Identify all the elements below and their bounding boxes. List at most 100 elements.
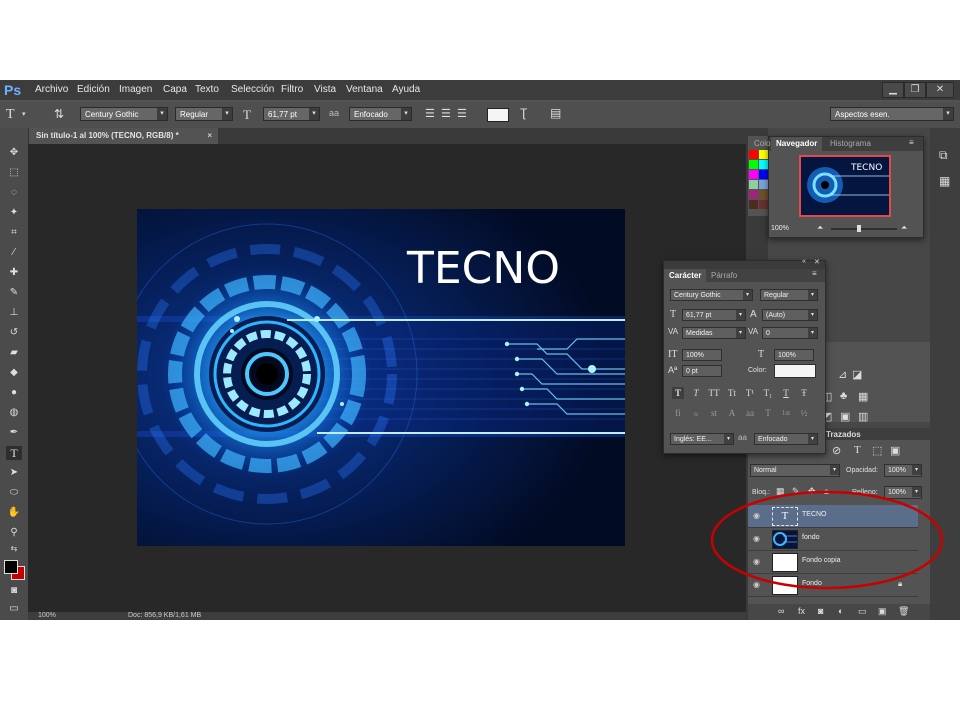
old-style-button[interactable]: ℴ: [690, 407, 702, 419]
adjustment-layer-icon[interactable]: ◐: [838, 606, 843, 616]
char-font-style[interactable]: Regular ▾: [760, 289, 818, 301]
char-antialias-dropdown[interactable]: Enfocado ▾: [754, 433, 818, 445]
toggle-orientation-icon[interactable]: ⇅: [54, 107, 64, 122]
gradient-map-icon[interactable]: ▥: [858, 410, 868, 423]
layer-style-icon[interactable]: fx: [798, 606, 805, 616]
layer-mask-icon[interactable]: ◙: [818, 606, 823, 616]
tab-navigator[interactable]: Navegador: [771, 137, 823, 151]
superscript-button[interactable]: T¹: [744, 387, 756, 399]
filter-shape-icon[interactable]: ⬚: [872, 444, 882, 457]
zoom-tool-icon[interactable]: ⚲: [6, 526, 22, 540]
new-layer-icon[interactable]: ▣: [878, 606, 887, 617]
document-canvas[interactable]: TECNO: [137, 209, 625, 546]
navigator-slider-handle[interactable]: [857, 225, 861, 232]
strikethrough-button[interactable]: Ŧ: [798, 387, 810, 399]
font-style-dropdown[interactable]: Regular ▾: [175, 107, 233, 121]
char-size[interactable]: 61,77 pt ▾: [682, 309, 746, 321]
menu-vista[interactable]: Vista: [314, 84, 336, 95]
swatch-yellow[interactable]: [759, 150, 768, 159]
link-layers-icon[interactable]: ∞: [778, 606, 784, 616]
swatch-mint[interactable]: [749, 180, 758, 189]
char-color-swatch[interactable]: [774, 364, 816, 378]
magic-wand-icon[interactable]: ✦: [6, 206, 22, 220]
type-tool-icon[interactable]: T: [6, 446, 22, 460]
type-tool-preset-icon[interactable]: T: [6, 107, 15, 123]
paint-bucket-icon[interactable]: ◆: [6, 366, 22, 380]
tab-character[interactable]: Carácter: [664, 269, 707, 282]
swash-button[interactable]: A: [726, 407, 738, 419]
ellipse-tool-icon[interactable]: ⬭: [6, 486, 22, 500]
menu-texto[interactable]: Texto: [195, 84, 219, 95]
char-vscale[interactable]: 100%: [682, 349, 722, 361]
subscript-button[interactable]: T₁: [762, 387, 774, 399]
swatch-darkbrown[interactable]: [749, 200, 758, 209]
menu-edicion[interactable]: Edición: [77, 84, 110, 95]
properties-panel-icon[interactable]: ▦: [939, 174, 950, 188]
menu-ventana[interactable]: Ventana: [346, 84, 383, 95]
dodge-tool-icon[interactable]: ◍: [6, 406, 22, 420]
language-dropdown[interactable]: Inglés: EE... ▾: [670, 433, 734, 445]
eraser-tool-icon[interactable]: ▰: [6, 346, 22, 360]
warp-text-icon[interactable]: Ʈ: [520, 106, 527, 120]
menu-capa[interactable]: Capa: [163, 84, 187, 95]
tab-paths[interactable]: Trazados: [826, 430, 861, 439]
opacity-field[interactable]: 100% ▾: [884, 464, 922, 477]
panel-menu-icon[interactable]: ≡: [812, 269, 817, 278]
filter-type-icon[interactable]: ⊘: [832, 444, 841, 457]
swatch-brown[interactable]: [759, 190, 768, 199]
crop-tool-icon[interactable]: ⌗: [6, 226, 22, 240]
align-right-icon[interactable]: ☰: [457, 107, 467, 120]
align-center-icon[interactable]: ☰: [441, 107, 451, 120]
new-group-icon[interactable]: ▭: [858, 606, 867, 617]
swatch-red[interactable]: [749, 150, 758, 159]
quick-mask-icon[interactable]: ◙: [6, 584, 22, 598]
font-family-dropdown[interactable]: Century Gothic ▾: [80, 107, 168, 121]
tab-paragraph[interactable]: Párrafo: [706, 269, 742, 282]
curves-adjust-icon[interactable]: ⊿: [838, 368, 847, 381]
blend-mode-dropdown[interactable]: Normal ▾: [750, 464, 840, 477]
workspace-dropdown[interactable]: Aspectos esen. ▾: [830, 107, 954, 121]
clone-stamp-icon[interactable]: ⊥: [6, 306, 22, 320]
discretionary-ligatures-button[interactable]: st: [708, 407, 720, 419]
panels-toggle-icon[interactable]: ▤: [550, 106, 561, 120]
foreground-color-swatch[interactable]: [4, 560, 18, 574]
ligatures-button[interactable]: fi: [672, 407, 684, 419]
close-panel-icon[interactable]: ✕: [814, 258, 820, 266]
blur-tool-icon[interactable]: ●: [6, 386, 22, 400]
small-caps-button[interactable]: Tt: [726, 387, 738, 399]
char-baseline[interactable]: 0 pt: [682, 365, 722, 377]
swatch-cyan[interactable]: [759, 160, 768, 169]
history-panel-icon[interactable]: ⧉: [939, 148, 948, 163]
swatch-blue[interactable]: [759, 170, 768, 179]
char-kerning[interactable]: Medidas ▾: [682, 327, 746, 339]
menu-seleccion[interactable]: Selección: [231, 84, 274, 95]
hand-tool-icon[interactable]: ✋: [6, 506, 22, 520]
collapse-icon[interactable]: «: [802, 258, 806, 265]
screen-mode-icon[interactable]: ▭: [6, 602, 22, 616]
menu-archivo[interactable]: Archivo: [35, 84, 68, 95]
font-size-dropdown[interactable]: 61,77 pt ▾: [263, 107, 320, 121]
text-color-swatch[interactable]: [487, 108, 509, 122]
chevron-down-icon[interactable]: ▾: [22, 110, 26, 118]
swatch-skyblue[interactable]: [759, 180, 768, 189]
char-font-family[interactable]: Century Gothic ▾: [670, 289, 753, 301]
underline-button[interactable]: T: [780, 387, 792, 399]
swatch-purple[interactable]: [749, 190, 758, 199]
panel-menu-icon[interactable]: ≡: [909, 138, 914, 147]
restore-icon[interactable]: ❐: [904, 82, 926, 98]
zoom-out-icon[interactable]: ⏶: [817, 223, 823, 233]
move-tool-icon[interactable]: ✥: [6, 146, 22, 160]
all-caps-button[interactable]: TT: [708, 387, 720, 399]
stylistic-alternates-button[interactable]: aa: [744, 407, 756, 419]
close-icon[interactable]: ✕: [926, 82, 954, 98]
navigator-preview[interactable]: TECNO: [799, 155, 891, 217]
history-brush-icon[interactable]: ↺: [6, 326, 22, 340]
selective-color-icon[interactable]: ♣: [840, 390, 847, 402]
titling-alternates-button[interactable]: T: [762, 407, 774, 419]
swatch-green[interactable]: [749, 160, 758, 169]
faux-bold-button[interactable]: T: [672, 387, 684, 399]
exposure-adjust-icon[interactable]: ◪: [852, 368, 862, 381]
menu-ayuda[interactable]: Ayuda: [392, 84, 420, 95]
delete-layer-icon[interactable]: 🗑︎: [898, 606, 909, 617]
path-selection-icon[interactable]: ➤: [6, 466, 22, 480]
